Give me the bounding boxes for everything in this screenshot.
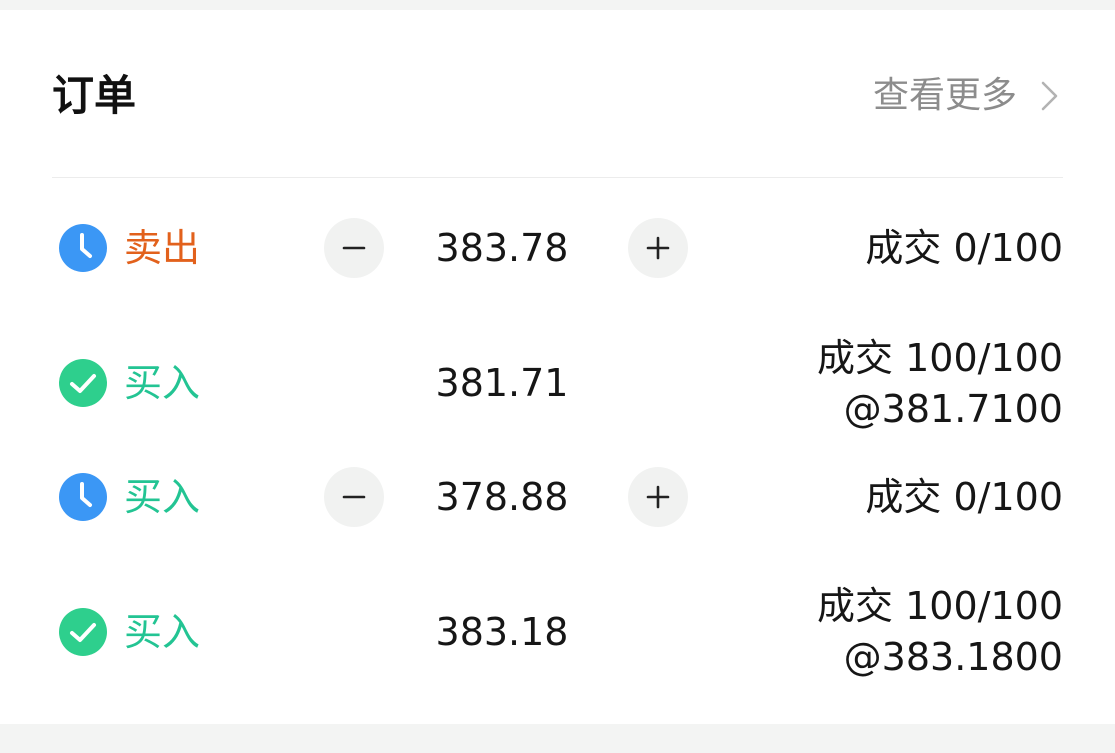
order-row[interactable]: 买入 378.88 成交 0/100 <box>52 462 1063 532</box>
increase-price-button[interactable] <box>628 467 688 527</box>
plus-icon <box>646 236 670 260</box>
fill-status: 成交 0/100 <box>865 475 1063 519</box>
order-row[interactable]: 卖出 383.78 成交 0/100 <box>52 213 1063 283</box>
fill-price: @383.1800 <box>843 635 1063 679</box>
clock-icon <box>59 224 107 272</box>
check-icon <box>59 359 107 407</box>
order-side: 买入 <box>124 610 201 654</box>
clock-icon <box>59 473 107 521</box>
plus-icon <box>646 485 670 509</box>
check-icon <box>59 608 107 656</box>
order-side: 买入 <box>124 475 201 519</box>
decrease-price-button[interactable] <box>324 467 384 527</box>
fill-status: 成交 100/100 <box>817 336 1063 380</box>
decrease-price-button[interactable] <box>324 218 384 278</box>
fill-status: 成交 100/100 <box>817 584 1063 628</box>
orders-header: 订单 查看更多 <box>52 10 1063 178</box>
view-more-link[interactable]: 查看更多 <box>873 70 1063 122</box>
fill-status: 成交 0/100 <box>865 226 1063 270</box>
order-price[interactable]: 378.88 <box>382 472 622 522</box>
fill-price: @381.7100 <box>843 387 1063 431</box>
increase-price-button[interactable] <box>628 218 688 278</box>
order-row[interactable]: 买入 381.71 成交 100/100 @381.7100 <box>52 320 1063 431</box>
order-price[interactable]: 383.78 <box>382 223 622 273</box>
view-more-label: 查看更多 <box>872 75 1017 116</box>
orders-card: 订单 查看更多 卖出 383.78 成交 0/100 买入 381.71 成交 … <box>0 10 1115 724</box>
orders-title: 订单 <box>52 71 137 120</box>
order-side: 买入 <box>124 361 201 405</box>
order-row[interactable]: 买入 383.18 成交 100/100 @383.1800 <box>52 570 1063 680</box>
order-price: 383.18 <box>435 610 569 654</box>
order-side: 卖出 <box>124 226 201 270</box>
minus-icon <box>342 246 366 250</box>
order-price: 381.71 <box>435 361 569 405</box>
chevron-right-icon <box>1041 81 1058 111</box>
minus-icon <box>342 495 366 499</box>
